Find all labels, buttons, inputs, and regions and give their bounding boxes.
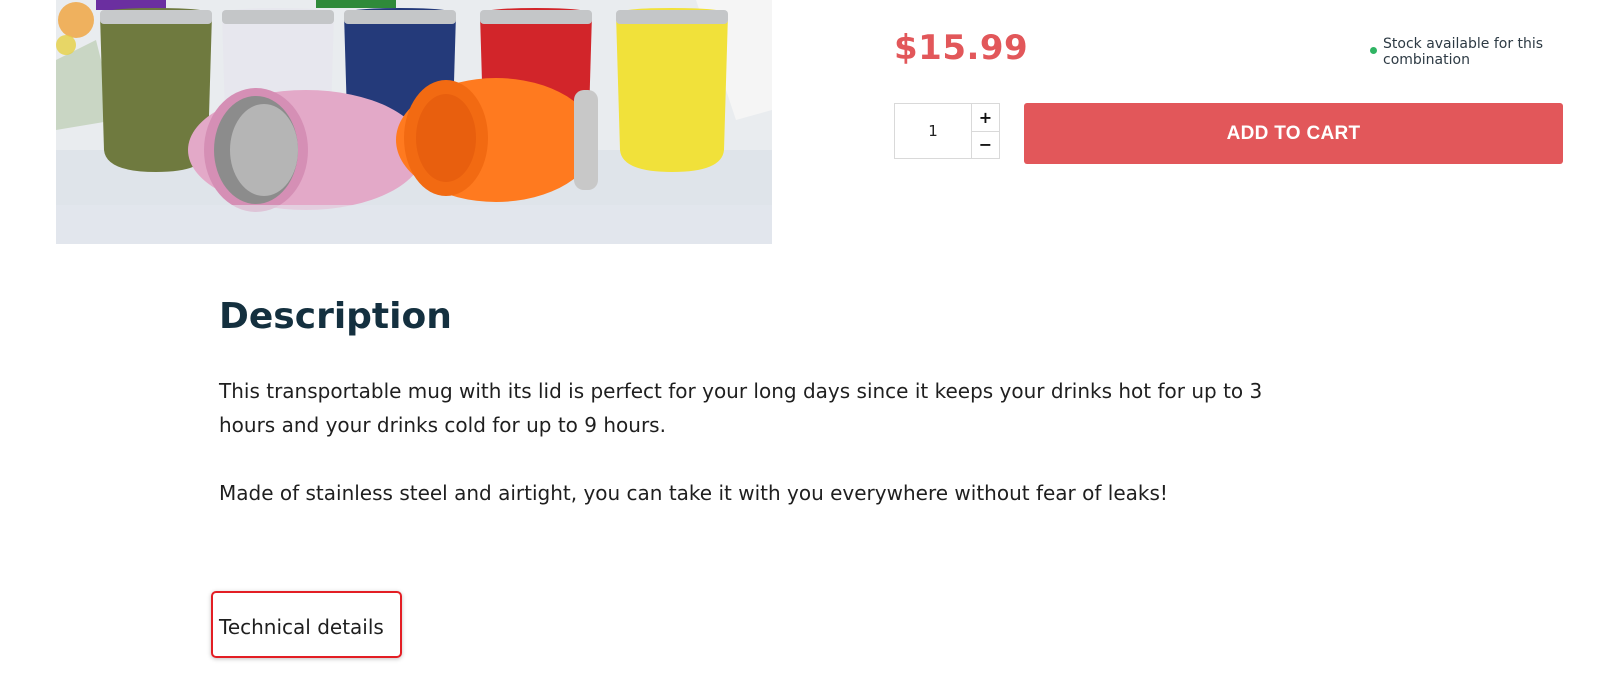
stock-status-text: Stock available for this combination bbox=[1383, 36, 1544, 68]
stock-availability: Stock available for this combination bbox=[1370, 36, 1570, 68]
quantity-buttons: + − bbox=[972, 104, 999, 158]
stock-status-dot-icon bbox=[1370, 47, 1377, 54]
quantity-increase-button[interactable]: + bbox=[972, 104, 999, 132]
description-paragraph: Made of stainless steel and airtight, yo… bbox=[219, 481, 1168, 505]
product-page: $15.99 Stock available for this combinat… bbox=[0, 0, 1611, 679]
product-price: $15.99 bbox=[894, 28, 1029, 68]
product-image bbox=[56, 0, 772, 244]
quantity-stepper: 1 + − bbox=[894, 103, 1000, 159]
description-heading: Description bbox=[219, 296, 452, 337]
quantity-decrease-button[interactable]: − bbox=[972, 132, 999, 159]
quantity-input[interactable]: 1 bbox=[895, 104, 972, 158]
mugs-illustration bbox=[56, 0, 772, 244]
technical-details-tab[interactable]: Technical details bbox=[219, 615, 384, 639]
add-to-cart-button[interactable]: ADD TO CART bbox=[1024, 103, 1563, 164]
description-paragraph: This transportable mug with its lid is p… bbox=[219, 379, 1263, 437]
